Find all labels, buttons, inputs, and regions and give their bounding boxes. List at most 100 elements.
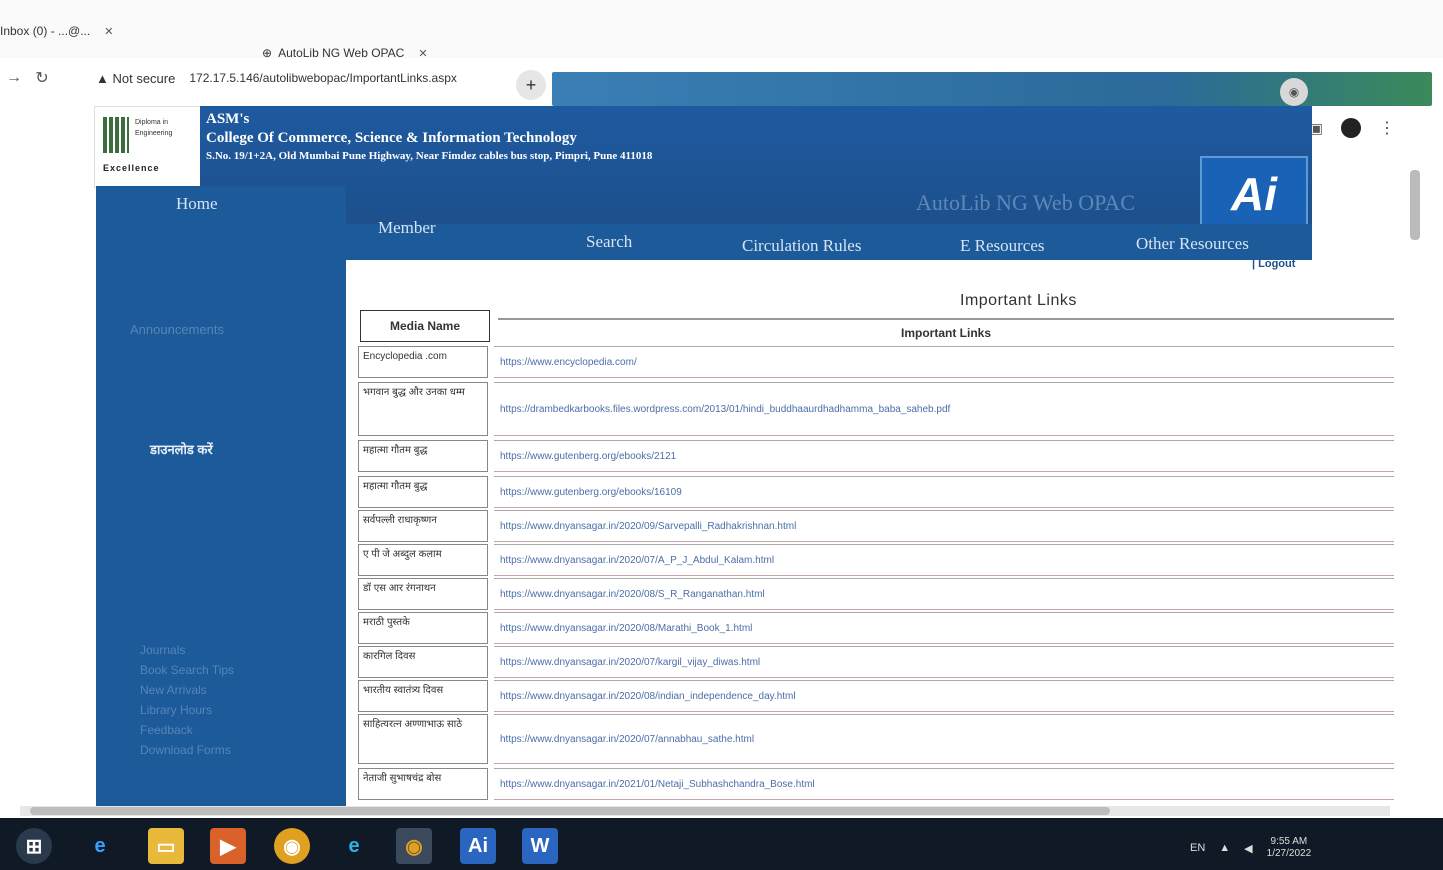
media-player-icon[interactable]: ▶ [210,828,246,864]
start-icon[interactable]: ⊞ [16,828,52,864]
media-name-cell: सर्वपल्ली राधाकृष्णन [358,510,488,542]
reload-icon[interactable]: ↻ [28,68,56,88]
link-cell[interactable]: https://www.dnyansagar.in/2020/08/S_R_Ra… [494,578,1394,610]
table-row: महात्मा गौतम बुद्ध https://www.gutenberg… [358,476,1394,508]
link-cell[interactable]: https://www.dnyansagar.in/2021/01/Netaji… [494,768,1394,800]
table-row: डॉ एस आर रंगनाथन https://www.dnyansagar.… [358,578,1394,610]
sidebar-list: Journals Book Search Tips New Arrivals L… [140,640,234,760]
column-header-links: Important Links [498,318,1394,347]
media-name-cell: मराठी पुस्तके [358,612,488,644]
system-tray: EN ▲ ◀ 9:55 AM 1/27/2022 [1190,836,1311,860]
sidebar-item[interactable]: Library Hours [140,700,234,720]
clock-date: 1/27/2022 [1266,848,1312,859]
address-bar: → ↻ ▲ Not secure 172.17.5.146/autolibweb… [0,58,510,98]
language-indicator[interactable]: EN [1190,842,1205,854]
file-explorer-icon[interactable]: ▭ [148,828,184,864]
sidebar-item[interactable]: Book Search Tips [140,660,234,680]
security-warning-label: Not secure [112,70,176,86]
new-tab-button[interactable]: + [516,70,546,100]
media-name-cell: भगवान बुद्ध और उनका धम्म [358,382,488,436]
link-cell[interactable]: https://www.dnyansagar.in/2020/08/indian… [494,680,1394,712]
college-logo: Diploma in Engineering Excellence [94,106,202,188]
college-address: S.No. 19/1+2A, Old Mumbai Pune Highway, … [206,150,653,162]
table-row: भगवान बुद्ध और उनका धम्म https://drambed… [358,382,1394,436]
table-row: मराठी पुस्तके https://www.dnyansagar.in/… [358,612,1394,644]
table-row: सर्वपल्ली राधाकृष्णन https://www.dnyansa… [358,510,1394,542]
table-row: Encyclopedia .com https://www.encycloped… [358,346,1394,378]
media-name-cell: डॉ एस आर रंगनाथन [358,578,488,610]
profile-icon[interactable]: ◉ [1280,78,1308,106]
media-name-cell: Encyclopedia .com [358,346,488,378]
volume-icon[interactable]: ◀ [1244,842,1252,855]
autolib-logo: Ai [1200,156,1308,232]
internet-explorer-icon[interactable]: e [82,828,118,864]
close-icon[interactable]: ✕ [104,25,113,38]
link-cell[interactable]: https://www.dnyansagar.in/2020/07/kargil… [494,646,1394,678]
security-warning[interactable]: ▲ Not secure [96,71,175,86]
page-title: Important Links [960,292,1077,309]
edge-icon[interactable]: e [336,828,372,864]
media-name-cell: ए पी जे अब्दुल कलाम [358,544,488,576]
site-header: ASM's College Of Commerce, Science & Inf… [200,106,1312,236]
avatar[interactable] [1341,118,1361,138]
link-cell[interactable]: https://www.dnyansagar.in/2020/09/Sarvep… [494,510,1394,542]
menu-icon[interactable]: ⋮ [1379,118,1395,138]
nav-e-resources[interactable]: E Resources [960,236,1045,256]
tab-inbox-label: Inbox (0) - ...@... [0,24,91,38]
sidebar-item[interactable]: Feedback [140,720,234,740]
college-name-line2: College Of Commerce, Science & Informati… [206,130,577,146]
link-cell[interactable]: https://www.dnyansagar.in/2020/07/A_P_J_… [494,544,1394,576]
taskbar: ⊞ e ▭ ▶ ◉ e ◉ Ai W EN ▲ ◀ 9:55 AM 1/27/2… [0,818,1443,870]
column-header-media: Media Name [360,310,490,342]
link-cell[interactable]: https://www.gutenberg.org/ebooks/2121 [494,440,1394,472]
sidebar-download[interactable]: डाउनलोड करें [150,440,213,458]
sidebar-item[interactable]: Download Forms [140,740,234,760]
main-nav: Member Search Circulation Rules E Resour… [346,218,1312,260]
word-icon[interactable]: W [522,828,558,864]
table-row: महात्मा गौतम बुद्ध https://www.gutenberg… [358,440,1394,472]
sidebar-item[interactable]: New Arrivals [140,680,234,700]
sidebar-announcements[interactable]: Announcements [130,322,224,337]
sidebar-item[interactable]: Journals [140,640,234,660]
autolib-app-icon[interactable]: Ai [460,828,496,864]
logo-graphic [103,117,129,153]
chrome-icon[interactable]: ◉ [274,828,310,864]
network-icon[interactable]: ▲ [1219,842,1230,854]
url-text[interactable]: 172.17.5.146/autolibwebopac/ImportantLin… [189,71,457,85]
nav-other-resources[interactable]: Other Resources [1136,234,1249,254]
horizontal-scrollbar[interactable] [20,806,1390,816]
media-name-cell: साहित्यरत्न अण्णाभाऊ साठे [358,714,488,764]
browser-tab-bar: Inbox (0) - ...@... ✕ ⊕ AutoLib NG Web O… [0,0,1443,60]
college-name-line1: ASM's [206,111,250,127]
media-name-cell: कारगिल दिवस [358,646,488,678]
tab-inbox[interactable]: Inbox (0) - ...@... ✕ [0,18,113,44]
link-cell[interactable]: https://www.dnyansagar.in/2020/08/Marath… [494,612,1394,644]
media-name-cell: नेताजी सुभाषचंद्र बोस [358,768,488,800]
logo-tagline: Excellence [103,163,160,173]
media-name-cell: महात्मा गौतम बुद्ध [358,440,488,472]
chrome-active-icon[interactable]: ◉ [396,828,432,864]
table-row: भारतीय स्वातंत्र्य दिवस https://www.dnya… [358,680,1394,712]
table-row: नेताजी सुभाषचंद्र बोस https://www.dnyans… [358,768,1394,800]
nav-member[interactable]: Member [378,218,436,238]
link-cell[interactable]: https://drambedkarbooks.files.wordpress.… [494,382,1394,436]
vertical-scrollbar[interactable] [1410,170,1420,240]
logo-caption: Diploma in Engineering [135,119,173,137]
media-name-cell: भारतीय स्वातंत्र्य दिवस [358,680,488,712]
clock-time: 9:55 AM [1270,836,1308,847]
nav-search[interactable]: Search [586,232,632,252]
clock[interactable]: 9:55 AM 1/27/2022 [1267,836,1312,860]
logout-link[interactable]: | Logout [1252,258,1295,270]
nav-home[interactable]: Home [176,194,218,214]
link-cell[interactable]: https://www.dnyansagar.in/2020/07/annabh… [494,714,1394,764]
link-cell[interactable]: https://www.gutenberg.org/ebooks/16109 [494,476,1394,508]
scrollbar-thumb[interactable] [30,807,1110,815]
link-cell[interactable]: https://www.encyclopedia.com/ [494,346,1394,378]
opac-title: AutoLib NG Web OPAC [916,190,1135,215]
warning-icon: ▲ [96,70,113,86]
media-name-cell: महात्मा गौतम बुद्ध [358,476,488,508]
table-row: कारगिल दिवस https://www.dnyansagar.in/20… [358,646,1394,678]
table-row: साहित्यरत्न अण्णाभाऊ साठे https://www.dn… [358,714,1394,764]
nav-circulation-rules[interactable]: Circulation Rules [742,236,861,256]
forward-icon[interactable]: → [0,69,28,87]
